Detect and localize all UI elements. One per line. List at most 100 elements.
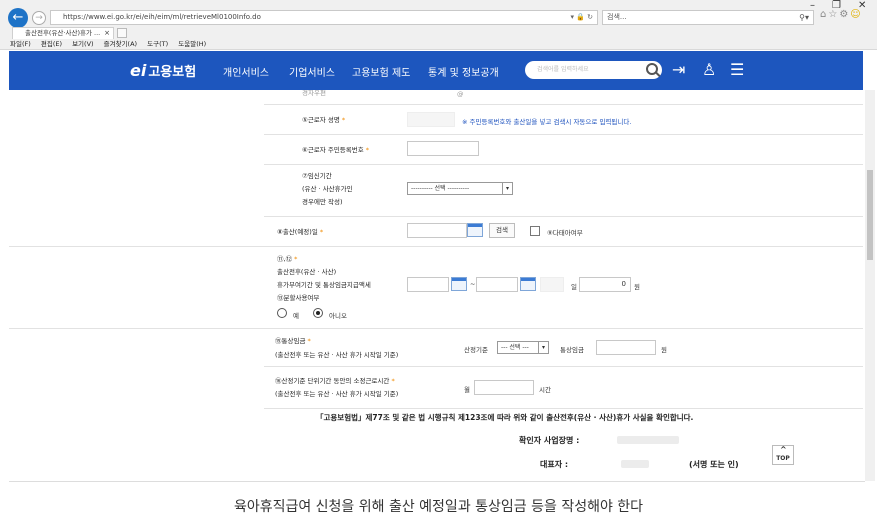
new-tab-button[interactable] [117, 28, 127, 38]
nav-insurance-system[interactable]: 고용보험 제도 [352, 64, 410, 79]
nav-statistics[interactable]: 통계 및 정보공개 [428, 64, 499, 79]
menu-hamburger-icon[interactable]: ☰ [730, 60, 744, 79]
hours-unit-label: 시간 [539, 386, 551, 394]
wage-base-select-value: --- 선택 --- [501, 344, 529, 351]
birth-date-field[interactable] [407, 223, 467, 238]
form-row-wage: ⑮통상임금 * (출산전후 또는 유산 · 사산 휴가 시작일 기준) 산정기준… [264, 329, 863, 367]
pregnancy-select-value: ---------- 선택 ---------- [411, 185, 470, 192]
logout-icon[interactable]: ⇥ [672, 60, 685, 79]
period-start-field[interactable] [407, 277, 449, 292]
preg-label-2: (유산 · 사산휴가인 [302, 185, 353, 193]
gear-icon[interactable]: ⚙ [839, 9, 850, 20]
rrn-label: ⑥근로자 주민등록번호 * [302, 146, 370, 154]
period-end-field[interactable] [476, 277, 518, 292]
back-arrow-icon[interactable]: ← [8, 8, 28, 28]
chevron-down-icon: ▾ [538, 342, 548, 353]
won-unit-label: 원 [634, 283, 640, 291]
address-url: https://www.ei.go.kr/ei/eih/eim/ml/retri… [63, 13, 261, 21]
period-label-4: ⑬분할사용여부 [277, 294, 320, 302]
search-icon[interactable]: ⚲▾ [799, 11, 809, 24]
favorites-star-icon[interactable]: ☆ [828, 9, 839, 20]
representative-label: 대표자 : [540, 460, 569, 469]
period-label-1: ⑪,⑫ * [277, 255, 298, 263]
top-cut-label: 경자우편 [302, 90, 326, 97]
split-use-radio-no[interactable] [313, 308, 323, 318]
menu-favorites[interactable]: 즐겨찾기(A) [104, 40, 137, 48]
multi-birth-label: ⑨다태아여부 [547, 229, 583, 237]
name-hint: ※ 주민등록번호와 출산일을 넣고 검색시 자동으로 입력됩니다. [462, 118, 632, 126]
menu-file[interactable]: 파일(F) [10, 40, 31, 48]
wage-label-1: ⑮통상임금 * [275, 337, 311, 345]
wage-normal-label: 통상임금 [560, 346, 584, 354]
preg-label-1: ⑦임신기간 [302, 172, 332, 180]
form-row-pregnancy: ⑦임신기간 (유산 · 사산휴가인 경우에만 작성) ---------- 선택… [264, 165, 863, 217]
form-row-birthdate: ⑧출산(예정)일 * 검색 ⑨다태아여부 [9, 217, 863, 247]
top-button[interactable]: TOP [772, 437, 794, 465]
hours-field[interactable] [474, 380, 534, 395]
browser-search-placeholder: 검색... [607, 13, 627, 21]
scrollbar-thumb[interactable] [867, 170, 873, 260]
user-icon[interactable]: ♙ [702, 60, 716, 79]
rrn-field[interactable] [407, 141, 479, 156]
form-row-period: ⑪,⑫ * 출산전후(유산 · 사산) 휴가부여기간 및 통상임금지급액세 ⑬분… [9, 247, 863, 329]
hours-label-2: (출산전후 또는 유산 · 사산 휴가 시작일 기준) [275, 390, 399, 398]
browser-search-input[interactable]: 검색... ⚲▾ [602, 10, 814, 25]
tab-close-icon[interactable]: × [104, 28, 110, 39]
chevron-down-icon: ▾ [502, 183, 512, 194]
wage-won-label: 원 [661, 346, 667, 354]
browser-tab[interactable]: 출산전후(유산·사산)휴가 ... × [12, 27, 114, 39]
redacted-company [617, 436, 679, 444]
day-unit-label: 일 [571, 283, 577, 291]
menu-bar: 파일(F) 편집(E) 보기(V) 즐겨찾기(A) 도구(T) 도움말(H) [10, 40, 214, 49]
radio-no-label: 아니오 [329, 312, 347, 320]
menu-edit[interactable]: 편집(E) [41, 40, 62, 48]
menu-help[interactable]: 도움말(H) [178, 40, 206, 48]
nav-business[interactable]: 기업서비스 [289, 64, 335, 79]
wage-base-label: 산정기준 [464, 346, 488, 354]
divider [9, 481, 865, 482]
menu-view[interactable]: 보기(V) [72, 40, 93, 48]
redacted-representative [621, 460, 649, 468]
hours-month-label: 월 [464, 386, 470, 394]
preg-label-3: 경우에만 작성) [302, 198, 343, 206]
name-label: ⑤근로자 성명 * [302, 116, 346, 124]
scrollbar[interactable] [865, 90, 875, 481]
amount-value: 0 [621, 280, 626, 288]
confirmation-statement: 「고용보험법」제77조 및 같은 법 시행규칙 제123조에 따라 위와 같이 … [316, 413, 694, 422]
site-logo[interactable]: ei 고용보험 [130, 61, 196, 80]
calendar-icon[interactable] [520, 277, 536, 291]
logo-mark-icon: ei [130, 61, 147, 80]
address-actions-icon[interactable]: ▾ 🔒 ↻ [570, 11, 593, 24]
birth-label: ⑧출산(예정)일 * [277, 228, 324, 236]
form-content: 경자우편 @ ⑤근로자 성명 * ※ 주민등록번호와 출산일을 넣고 검색시 자… [9, 90, 863, 481]
address-bar[interactable]: https://www.ei.go.kr/ei/eih/eim/ml/retri… [50, 10, 598, 25]
top-button-label: TOP [776, 455, 790, 462]
wage-normal-field[interactable] [596, 340, 656, 355]
nav-personal[interactable]: 개인서비스 [223, 64, 269, 79]
pregnancy-select[interactable]: ---------- 선택 ---------- ▾ [407, 182, 513, 195]
period-label-2: 출산전후(유산 · 사산) [277, 268, 337, 276]
amount-field[interactable]: 0 [579, 277, 631, 292]
calendar-icon[interactable] [451, 277, 467, 291]
split-use-radio-yes[interactable] [277, 308, 287, 318]
search-icon[interactable] [646, 63, 658, 75]
forward-arrow-icon[interactable]: → [32, 11, 46, 25]
form-row-rrn: ⑥근로자 주민등록번호 * [264, 135, 863, 165]
form-row-name: ⑤근로자 성명 * ※ 주민등록번호와 출산일을 넣고 검색시 자동으로 입력됩… [264, 105, 863, 135]
site-search-input[interactable]: 검색어를 입력하세요 [525, 61, 662, 79]
image-caption: 육아휴직급여 신청을 위해 출산 예정일과 통상임금 등을 작성해야 한다 [233, 499, 644, 515]
wage-label-2: (출산전후 또는 유산 · 사산 휴가 시작일 기준) [275, 351, 399, 359]
smiley-icon[interactable]: ☺ [850, 9, 862, 20]
name-field[interactable] [407, 112, 455, 127]
birth-search-button[interactable]: 검색 [489, 223, 515, 238]
multi-birth-checkbox[interactable] [530, 226, 540, 236]
calendar-icon[interactable] [467, 223, 483, 237]
wage-base-select[interactable]: --- 선택 --- ▾ [497, 341, 549, 354]
site-header: ei 고용보험 개인서비스 기업서비스 고용보험 제도 통계 및 정보공개 검색어… [9, 51, 863, 90]
radio-yes-label: 예 [293, 312, 299, 320]
logo-text: 고용보험 [148, 65, 197, 80]
screenshot: – ❐ ✕ ← → https://www.ei.go.kr/ei/eih/ei… [0, 0, 877, 521]
form-row-top: 경자우편 @ [264, 90, 863, 105]
menu-tools[interactable]: 도구(T) [147, 40, 168, 48]
tab-row: 출산전후(유산·사산)휴가 ... × [0, 27, 877, 39]
